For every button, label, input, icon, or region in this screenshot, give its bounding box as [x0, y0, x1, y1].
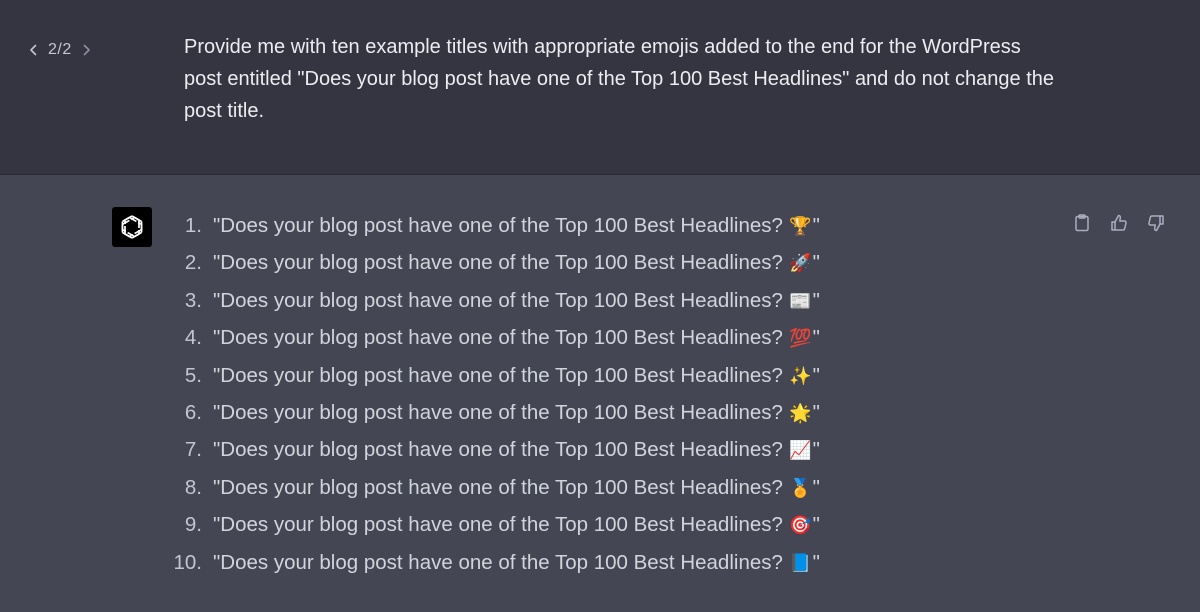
list-item-number: 7.: [184, 438, 202, 462]
closing-quote: ": [812, 251, 820, 275]
list-item-title: "Does your blog post have one of the Top…: [213, 319, 820, 356]
closing-quote: ": [812, 400, 820, 424]
list-item: 2. "Does your blog post have one of the T…: [164, 244, 820, 281]
list-item-number: 5.: [184, 363, 202, 387]
message-actions: [1068, 211, 1169, 235]
emoji-icon: 🎯: [789, 515, 812, 537]
list-item-title: "Does your blog post have one of the Top…: [213, 544, 820, 581]
list-item: 3. "Does your blog post have one of the T…: [164, 282, 820, 319]
list-item: 1. "Does your blog post have one of the T…: [164, 207, 820, 244]
headline-text: "Does your blog post have one of the Top…: [213, 475, 789, 499]
list-item-title: "Does your blog post have one of the Top…: [213, 282, 820, 319]
headline-text: "Does your blog post have one of the Top…: [213, 438, 789, 462]
chevron-left-icon[interactable]: [26, 40, 40, 60]
emoji-icon: 📈: [789, 440, 812, 462]
emoji-icon: 🚀: [789, 253, 812, 275]
headline-text: "Does your blog post have one of the Top…: [213, 288, 789, 312]
assistant-message-block: 1. "Does your blog post have one of the T…: [0, 175, 1200, 612]
list-item-number: 4.: [184, 326, 202, 350]
closing-quote: ": [812, 475, 820, 499]
list-item: 4. "Does your blog post have one of the T…: [164, 319, 820, 356]
headline-text: "Does your blog post have one of the Top…: [213, 400, 789, 424]
closing-quote: ": [812, 513, 820, 537]
headline-text: "Does your blog post have one of the Top…: [213, 326, 789, 350]
list-item: 5. "Does your blog post have one of the T…: [164, 357, 820, 394]
list-item-number: 1.: [184, 214, 202, 237]
list-item-title: "Does your blog post have one of the Top…: [213, 469, 820, 506]
headline-text: "Does your blog post have one of the Top…: [213, 550, 789, 574]
pager-count: 2/2: [48, 41, 72, 58]
user-message-block: 2/2 Provide me with ten example titles w…: [0, 0, 1200, 175]
clipboard-icon[interactable]: [1068, 211, 1095, 235]
closing-quote: ": [812, 326, 820, 350]
list-item-number: 2.: [184, 251, 202, 275]
openai-logo-icon: [112, 207, 152, 247]
list-item-number: 10.: [173, 550, 203, 574]
list-item: 8. "Does your blog post have one of the T…: [164, 469, 820, 506]
thumbs-up-icon[interactable]: [1105, 211, 1132, 235]
emoji-icon: 📘: [789, 552, 812, 574]
list-item: 10. "Does your blog post have one of the …: [164, 544, 820, 581]
headline-text: "Does your blog post have one of the Top…: [213, 251, 789, 275]
closing-quote: ": [812, 288, 820, 312]
emoji-icon: ✨: [789, 365, 812, 387]
list-item-title: "Does your blog post have one of the Top…: [213, 506, 820, 543]
emoji-icon: 💯: [789, 328, 812, 350]
closing-quote: ": [812, 214, 820, 237]
headline-text: "Does your blog post have one of the Top…: [213, 513, 789, 537]
headline-text: "Does your blog post have one of the Top…: [213, 214, 789, 237]
list-item-number: 8.: [184, 475, 202, 499]
emoji-icon: 🏆: [789, 216, 812, 237]
list-item-title: "Does your blog post have one of the Top…: [213, 394, 820, 431]
closing-quote: ": [812, 438, 820, 462]
list-item-title: "Does your blog post have one of the Top…: [213, 431, 820, 468]
answer-list: 1. "Does your blog post have one of the T…: [164, 207, 820, 581]
list-item: 7. "Does your blog post have one of the T…: [164, 431, 820, 468]
list-item-number: 3.: [184, 288, 202, 312]
emoji-icon: 🏅: [789, 477, 812, 499]
response-pager: 2/2: [26, 40, 94, 60]
list-item-title: "Does your blog post have one of the Top…: [213, 207, 820, 244]
list-item-number: 9.: [184, 513, 202, 537]
emoji-icon: 📰: [789, 290, 812, 312]
thumbs-down-icon[interactable]: [1142, 211, 1169, 235]
chevron-right-icon[interactable]: [80, 40, 94, 60]
list-item-title: "Does your blog post have one of the Top…: [213, 244, 820, 281]
list-item: 6. "Does your blog post have one of the T…: [164, 394, 820, 431]
emoji-icon: 🌟: [789, 402, 812, 424]
list-item-number: 6.: [184, 400, 202, 424]
list-item: 9. "Does your blog post have one of the T…: [164, 506, 820, 543]
headline-text: "Does your blog post have one of the Top…: [213, 363, 789, 387]
closing-quote: ": [812, 363, 820, 387]
list-item-title: "Does your blog post have one of the Top…: [213, 357, 820, 394]
user-message-text: Provide me with ten example titles with …: [184, 36, 1054, 122]
closing-quote: ": [812, 550, 820, 574]
